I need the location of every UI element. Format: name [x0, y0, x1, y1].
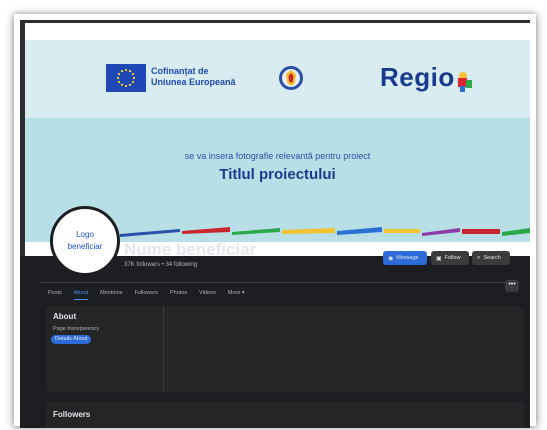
avatar-line2: beneficiar [67, 242, 103, 251]
page-name: Nume beneficiar [124, 240, 257, 259]
eu-text-line1: Cofinanțat de [151, 66, 209, 76]
eu-flag-icon [106, 64, 146, 92]
avatar-line1: Logo [76, 230, 94, 239]
page-transparency-link[interactable]: Page transparency [53, 326, 99, 332]
tab-photos[interactable]: Photos [170, 286, 187, 300]
search-button[interactable]: ⌕ Search [472, 251, 510, 265]
messenger-icon: ◉ [388, 255, 394, 262]
regio-logo-accent-icon [458, 72, 472, 92]
about-title: About [53, 312, 77, 321]
message-button[interactable]: ◉ Message [383, 251, 427, 265]
tab-more[interactable]: More ▾ [228, 286, 245, 300]
cover-caption: se va insera fotografie relevantă pentru… [184, 151, 371, 161]
cover-left-border [20, 20, 25, 256]
header-divider [40, 282, 520, 283]
profile-avatar[interactable]: Logo beneficiar [50, 206, 120, 276]
more-options-button[interactable]: ••• [505, 280, 519, 292]
page-stats[interactable]: 37K followers • 34 following [124, 262, 197, 268]
followers-card [46, 401, 524, 428]
tab-about[interactable]: About [73, 286, 89, 300]
cover-top-border [20, 20, 530, 23]
followers-title: Followers [53, 410, 91, 419]
follow-label: Follow [444, 255, 461, 261]
project-title: Titlul proiectului [219, 166, 336, 183]
page-tabs: Posts About Mentions Followers Photos Vi… [48, 286, 245, 300]
search-label: Search [483, 255, 501, 261]
romania-government-emblem-icon [278, 64, 304, 92]
tab-mentions[interactable]: Mentions [100, 286, 122, 300]
tab-videos[interactable]: Videos [199, 286, 216, 300]
eu-cofinancing-text: Cofinanțat de Uniunea Europeană [151, 66, 236, 88]
facebook-page: Cofinanțat de Uniunea Europeană Regio se… [20, 20, 530, 428]
tab-posts[interactable]: Posts [48, 286, 62, 300]
message-label: Message [396, 255, 419, 261]
tab-followers[interactable]: Followers [134, 286, 158, 300]
eu-text-line2: Uniunea Europeană [151, 77, 236, 87]
follow-icon: ▣ [436, 255, 442, 262]
search-icon: ⌕ [477, 254, 481, 261]
details-about-tab[interactable]: Details About [51, 335, 92, 344]
decorative-stripes [120, 227, 530, 237]
follow-button[interactable]: ▣ Follow [431, 251, 469, 265]
